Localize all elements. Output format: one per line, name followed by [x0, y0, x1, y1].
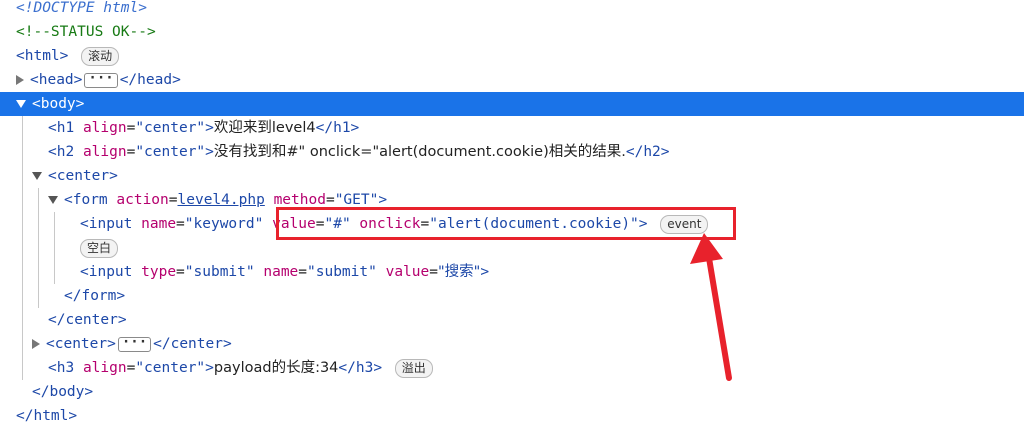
h2-open-tag: <h2	[48, 144, 75, 160]
h3-text: payload的长度:34	[213, 360, 339, 376]
head-open-tag: <head>	[30, 72, 83, 88]
html-open-tag: <html>	[16, 48, 69, 64]
input-submit-node[interactable]: <input type="submit" name="submit" value…	[0, 260, 1024, 284]
h1-node[interactable]: <h1 align="center">欢迎来到level4</h1>	[0, 116, 1024, 140]
h1-text: 欢迎来到level4	[213, 120, 316, 136]
form-open-tag: <form	[64, 192, 108, 208]
h3-attr-name: align	[82, 360, 127, 376]
h2-close-tag: </h2>	[625, 144, 670, 160]
input-value-value: "搜索"	[437, 264, 481, 280]
h3-close-tag: </h3>	[338, 360, 383, 376]
html-close-node[interactable]: </html>	[0, 404, 1024, 428]
head-close-tag: </head>	[119, 72, 181, 88]
h2-text: 没有找到和#" onclick="alert(document.cookie)相…	[213, 144, 626, 160]
comment-text: <!--STATUS OK-->	[16, 24, 156, 40]
input-open-tag: <input	[80, 264, 133, 280]
form-close-tag: </form>	[64, 288, 126, 304]
doctype-text: <!DOCTYPE html>	[16, 0, 147, 16]
center-close-node[interactable]: </center>	[0, 308, 1024, 332]
collapse-arrow-icon[interactable]	[48, 196, 58, 204]
form-action-link[interactable]: level4.php	[178, 192, 265, 208]
center-node[interactable]: <center>	[0, 164, 1024, 188]
scroll-badge[interactable]: 滚动	[81, 46, 120, 66]
h2-attr-value: "center"	[135, 144, 206, 160]
html-node[interactable]: <html> 滚动	[0, 44, 1024, 68]
input-open-bracket: >	[480, 264, 490, 280]
collapsed-content-button[interactable]: ···	[84, 71, 118, 88]
input-name-attr: name	[141, 216, 177, 232]
input-open-tag: <input	[80, 216, 133, 232]
highlight-box	[276, 207, 736, 240]
expand-arrow-icon[interactable]	[16, 75, 24, 85]
h2-attr-name: align	[82, 144, 127, 160]
form-close-node[interactable]: </form>	[0, 284, 1024, 308]
collapsed-content-button[interactable]: ···	[117, 335, 152, 352]
comment-node[interactable]: <!--STATUS OK-->	[0, 20, 1024, 44]
h1-attr-name: align	[82, 120, 127, 136]
doctype-node[interactable]: <!DOCTYPE html>	[0, 0, 1024, 20]
body-node-selected[interactable]: <body>	[0, 92, 1024, 116]
input-value-attr: value	[385, 264, 430, 280]
h2-node[interactable]: <h2 align="center">没有找到和#" onclick="aler…	[0, 140, 1024, 164]
h1-attr-value: "center"	[135, 120, 206, 136]
h3-attr-value: "center"	[135, 360, 206, 376]
form-method-attr: method	[273, 192, 326, 208]
form-open-bracket: >	[378, 192, 388, 208]
center2-node[interactable]: <center> ··· </center>	[0, 332, 1024, 356]
expand-arrow-icon[interactable]	[32, 339, 40, 349]
input-name-value: "submit"	[307, 264, 377, 280]
center2-open-tag: <center>	[46, 336, 116, 352]
input-type-attr: type	[141, 264, 177, 280]
h3-open-tag: <h3	[48, 360, 75, 376]
center-open-tag: <center>	[48, 168, 118, 184]
h3-node[interactable]: <h3 align="center">payload的长度:34</h3> 溢出	[0, 356, 1024, 380]
body-close-node[interactable]: </body>	[0, 380, 1024, 404]
h1-open-tag: <h1	[48, 120, 75, 136]
h2-open-bracket: >	[205, 144, 214, 160]
input-type-value: "submit"	[184, 264, 255, 280]
h3-open-bracket: >	[205, 360, 214, 376]
whitespace-badge[interactable]: 空白	[80, 238, 119, 258]
overflow-badge[interactable]: 溢出	[394, 358, 433, 378]
collapse-arrow-icon[interactable]	[16, 100, 26, 108]
body-close-tag: </body>	[32, 384, 94, 400]
form-action-attr: action	[116, 192, 169, 208]
form-method-value: "GET"	[334, 192, 379, 208]
h1-close-tag: </h1>	[315, 120, 360, 136]
input-name-attr: name	[263, 264, 299, 280]
html-close-tag: </html>	[16, 408, 78, 424]
input-name-value: "keyword"	[184, 216, 264, 232]
center2-close-tag: </center>	[153, 336, 232, 352]
h1-open-bracket: >	[205, 120, 214, 136]
body-open-tag: <body>	[32, 96, 85, 112]
collapse-arrow-icon[interactable]	[32, 172, 42, 180]
center-close-tag: </center>	[48, 312, 127, 328]
head-node[interactable]: <head> ··· </head>	[0, 68, 1024, 92]
